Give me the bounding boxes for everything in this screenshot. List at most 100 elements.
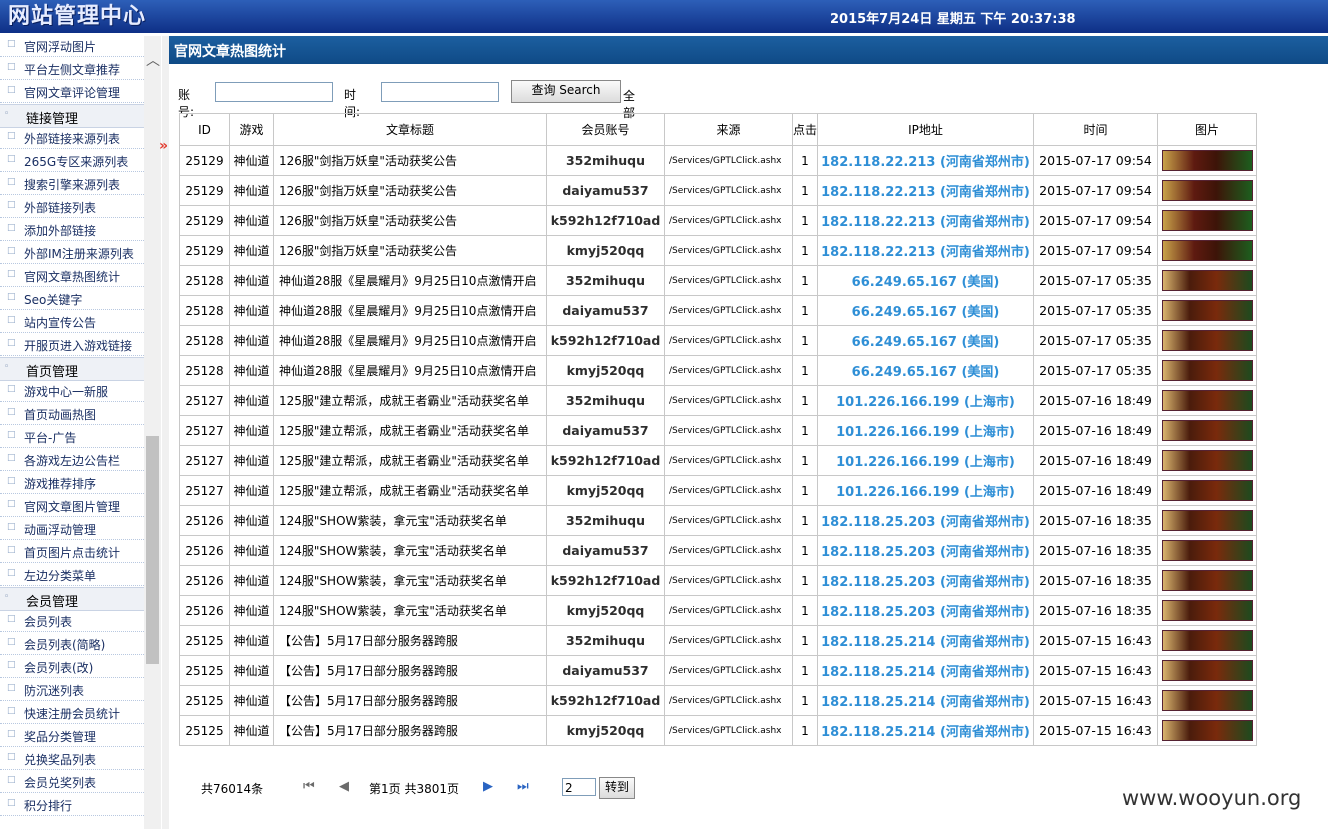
last-page-icon[interactable]: ⏭ xyxy=(517,779,529,794)
cell-ip[interactable]: 182.118.25.214 (河南省郑州市) xyxy=(817,625,1034,656)
cell-game: 神仙道 xyxy=(229,355,274,386)
sidebar-item[interactable]: □ 兑换奖品列表 xyxy=(0,748,144,770)
sidebar-category[interactable]: ◦ 会员管理 xyxy=(0,587,144,611)
cell-ip[interactable]: 182.118.25.203 (河南省郑州市) xyxy=(817,535,1034,566)
table-row: 25126 神仙道 124服"SHOW紫装，拿元宝"活动获奖名单 kmyj520qq /… xyxy=(179,595,1257,626)
cell-ip[interactable]: 66.249.65.167 (美国) xyxy=(817,265,1034,296)
banner-thumbnail[interactable] xyxy=(1161,150,1253,171)
goto-page-button[interactable]: 转到 xyxy=(599,777,635,799)
banner-thumbnail[interactable] xyxy=(1161,390,1253,411)
cell-src: /Services/GPTLClick.ashx xyxy=(664,475,793,506)
sidebar-item[interactable]: □ 首页图片点击统计 xyxy=(0,541,144,563)
banner-thumbnail[interactable] xyxy=(1161,240,1253,261)
cell-ip[interactable]: 182.118.25.203 (河南省郑州市) xyxy=(817,505,1034,536)
sidebar-item[interactable]: □ 会员列表 xyxy=(0,610,144,632)
sidebar-item[interactable]: □ 官网文章热图统计 xyxy=(0,265,144,287)
cell-src: /Services/GPTLClick.ashx xyxy=(664,205,793,236)
sidebar-item[interactable]: □ 防沉迷列表 xyxy=(0,679,144,701)
cell-src: /Services/GPTLClick.ashx xyxy=(664,265,793,296)
banner-thumbnail[interactable] xyxy=(1161,600,1253,621)
cell-ip[interactable]: 182.118.22.213 (河南省郑州市) xyxy=(817,205,1034,236)
sidebar-item[interactable]: □ 开服页进入游戏链接 xyxy=(0,334,144,356)
cell-ip[interactable]: 101.226.166.199 (上海市) xyxy=(817,445,1034,476)
sidebar-item[interactable]: □ 外部链接来源列表 xyxy=(0,127,144,149)
sidebar-item[interactable]: □ 外部链接列表 xyxy=(0,196,144,218)
cell-ip[interactable]: 182.118.22.213 (河南省郑州市) xyxy=(817,145,1034,176)
sidebar-item[interactable]: □ 站内宣传公告 xyxy=(0,311,144,333)
banner-thumbnail[interactable] xyxy=(1161,180,1253,201)
cell-ip[interactable]: 182.118.25.214 (河南省郑州市) xyxy=(817,715,1034,746)
sidebar-item[interactable]: □ 官网文章评论管理 xyxy=(0,81,144,103)
next-page-icon[interactable]: ▶ xyxy=(483,779,493,794)
banner-thumbnail[interactable] xyxy=(1161,690,1253,711)
sidebar-item[interactable]: □ 动画浮动管理 xyxy=(0,518,144,540)
cell-src: /Services/GPTLClick.ashx xyxy=(664,235,793,266)
banner-thumbnail[interactable] xyxy=(1161,210,1253,231)
collapse-arrow-icon[interactable]: » xyxy=(159,138,168,154)
sidebar-item[interactable]: □ 会员兑奖列表 xyxy=(0,771,144,793)
sidebar-item[interactable]: □ 会员列表(简略) xyxy=(0,633,144,655)
banner-thumbnail[interactable] xyxy=(1161,360,1253,381)
cell-ip[interactable]: 182.118.22.213 (河南省郑州市) xyxy=(817,175,1034,206)
cell-ip[interactable]: 101.226.166.199 (上海市) xyxy=(817,385,1034,416)
sidebar-item[interactable]: □ 平台-广告 xyxy=(0,426,144,448)
cell-id: 25126 xyxy=(179,565,230,596)
sidebar-item[interactable]: □ 积分排行 xyxy=(0,794,144,816)
cell-ip[interactable]: 101.226.166.199 (上海市) xyxy=(817,415,1034,446)
scroll-up-icon[interactable]: ︿ xyxy=(146,50,160,70)
cell-ip[interactable]: 182.118.25.214 (河南省郑州市) xyxy=(817,685,1034,716)
sidebar-item[interactable]: □ 搜索引擎来源列表 xyxy=(0,173,144,195)
sidebar-item[interactable]: □ 会员列表(改) xyxy=(0,656,144,678)
cell-ip[interactable]: 182.118.25.214 (河南省郑州市) xyxy=(817,655,1034,686)
sidebar-item[interactable]: □ 游戏推荐排序 xyxy=(0,472,144,494)
page-number-input[interactable]: 2 xyxy=(562,778,596,796)
sidebar-item[interactable]: □ 各游戏左边公告栏 xyxy=(0,449,144,471)
banner-thumbnail[interactable] xyxy=(1161,660,1253,681)
sidebar-item[interactable]: □ 官网文章图片管理 xyxy=(0,495,144,517)
banner-thumbnail[interactable] xyxy=(1161,300,1253,321)
account-input[interactable] xyxy=(215,82,333,102)
sidebar-item[interactable]: □ 外部IM注册来源列表 xyxy=(0,242,144,264)
sidebar-menu: □ 官网浮动图片 □ 平台左侧文章推荐 □ 官网文章评论管理 ◦ 链接管理 □ 外部链接来源列表 □… xyxy=(0,36,144,829)
frame-splitter[interactable] xyxy=(162,36,169,829)
banner-thumbnail[interactable] xyxy=(1161,540,1253,561)
sidebar-item[interactable]: □ 265G专区来源列表 xyxy=(0,150,144,172)
cell-ip[interactable]: 66.249.65.167 (美国) xyxy=(817,355,1034,386)
banner-thumbnail[interactable] xyxy=(1161,630,1253,651)
cell-ip[interactable]: 182.118.25.203 (河南省郑州市) xyxy=(817,595,1034,626)
sidebar-scrollbar[interactable]: ︿ xyxy=(144,36,161,829)
sidebar-item[interactable]: □ 左边分类菜单 xyxy=(0,564,144,586)
sidebar-item-label: 会员兑奖列表 xyxy=(24,776,97,790)
sidebar-item[interactable]: □ 官网浮动图片 xyxy=(0,36,144,57)
banner-thumbnail[interactable] xyxy=(1161,330,1253,351)
cell-game: 神仙道 xyxy=(229,685,274,716)
sidebar-item[interactable]: □ 奖品分类管理 xyxy=(0,725,144,747)
sidebar-item[interactable]: □ 平台左侧文章推荐 xyxy=(0,58,144,80)
sidebar-item[interactable]: □ 添加外部链接 xyxy=(0,219,144,241)
sidebar-item[interactable]: □ 首页动画热图 xyxy=(0,403,144,425)
sidebar-item[interactable]: □ 快速注册会员统计 xyxy=(0,702,144,724)
search-button[interactable]: 查询 Search xyxy=(511,80,621,103)
banner-thumbnail[interactable] xyxy=(1161,510,1253,531)
scrollbar-thumb[interactable] xyxy=(146,436,159,664)
first-page-icon[interactable]: ⏮ xyxy=(303,779,315,794)
banner-thumbnail[interactable] xyxy=(1161,570,1253,591)
cell-ip[interactable]: 182.118.25.203 (河南省郑州市) xyxy=(817,565,1034,596)
cell-clicks: 1 xyxy=(792,415,818,446)
column-header: 来源 xyxy=(664,113,793,146)
banner-thumbnail[interactable] xyxy=(1161,450,1253,471)
sidebar-category[interactable]: ◦ 链接管理 xyxy=(0,104,144,128)
banner-thumbnail[interactable] xyxy=(1161,420,1253,441)
cell-ip[interactable]: 66.249.65.167 (美国) xyxy=(817,295,1034,326)
sidebar-item[interactable]: □ 游戏中心一新服 xyxy=(0,380,144,402)
banner-thumbnail[interactable] xyxy=(1161,720,1253,741)
sidebar-item[interactable]: □ Seo关键字 xyxy=(0,288,144,310)
cell-ip[interactable]: 182.118.22.213 (河南省郑州市) xyxy=(817,235,1034,266)
cell-ip[interactable]: 66.249.65.167 (美国) xyxy=(817,325,1034,356)
sidebar-category[interactable]: ◦ 首页管理 xyxy=(0,357,144,381)
banner-thumbnail[interactable] xyxy=(1161,480,1253,501)
banner-thumbnail[interactable] xyxy=(1161,270,1253,291)
cell-ip[interactable]: 101.226.166.199 (上海市) xyxy=(817,475,1034,506)
prev-page-icon[interactable]: ◀ xyxy=(339,779,349,794)
time-input[interactable] xyxy=(381,82,499,102)
